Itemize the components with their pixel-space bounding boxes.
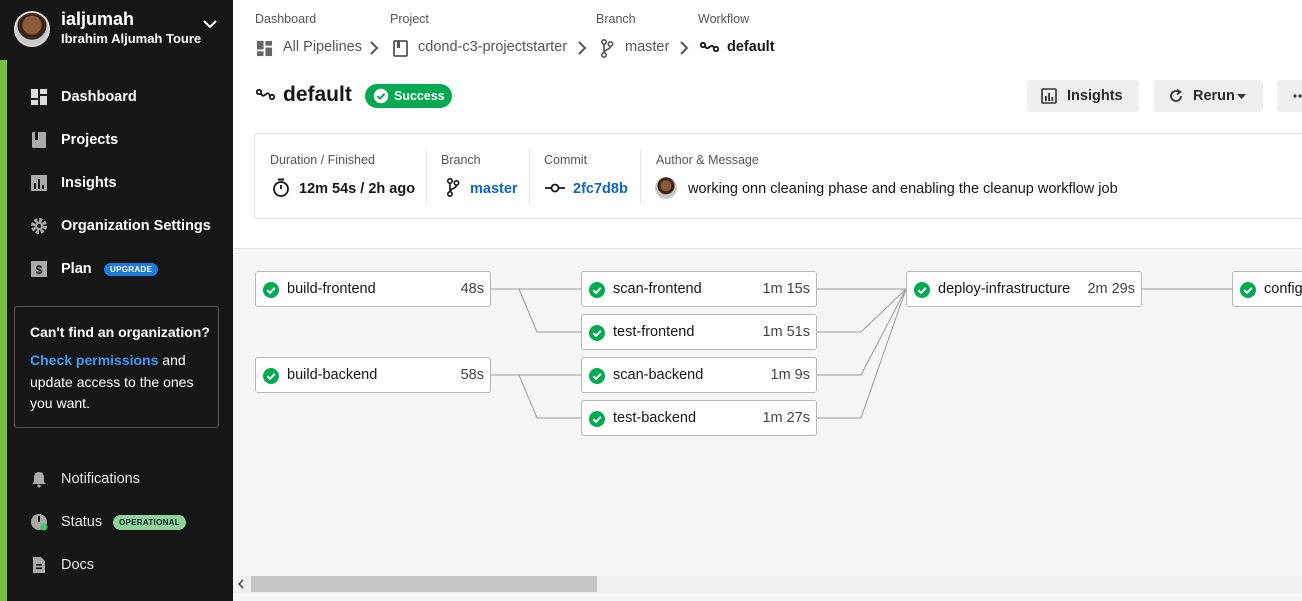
success-check-icon [263, 282, 279, 298]
job-duration: 58s [460, 367, 484, 383]
success-check-icon [1240, 282, 1256, 298]
job-clip: configure-infrastructure [1232, 271, 1302, 307]
job-name: scan-backend [613, 367, 704, 383]
job-name: deploy-infrastructure [938, 281, 1071, 297]
job-duration: 1m 9s [770, 367, 811, 383]
job-duration: 2m 29s [1087, 281, 1135, 297]
job-duration: 1m 51s [762, 324, 810, 340]
success-check-icon [589, 325, 605, 341]
job-name: build-backend [287, 367, 378, 383]
success-check-icon [589, 282, 605, 298]
app: ialjumah Ibrahim Aljumah Toure Dashboard… [0, 0, 1302, 601]
job-configure-infrastructure[interactable]: configure-infrastructure [1232, 271, 1302, 307]
job-duration: 1m 15s [762, 281, 810, 297]
job-name: configure-infrastructure [1264, 281, 1302, 297]
scroll-left-icon[interactable] [237, 579, 245, 589]
job-duration: 48s [460, 281, 484, 297]
job-name: build-frontend [287, 281, 376, 297]
job-build-backend[interactable]: build-backend 58s [255, 357, 491, 393]
job-duration: 1m 27s [762, 410, 810, 426]
job-scan-backend[interactable]: scan-backend 1m 9s [581, 357, 817, 393]
job-test-frontend[interactable]: test-frontend 1m 51s [581, 314, 817, 350]
job-scan-frontend[interactable]: scan-frontend 1m 15s [581, 271, 817, 307]
job-build-frontend[interactable]: build-frontend 48s [255, 271, 491, 307]
job-test-backend[interactable]: test-backend 1m 27s [581, 400, 817, 436]
job-name: test-backend [613, 410, 697, 426]
success-check-icon [589, 411, 605, 427]
success-check-icon [914, 282, 930, 298]
job-name: test-frontend [613, 324, 695, 340]
job-name: scan-frontend [613, 281, 702, 297]
success-check-icon [589, 368, 605, 384]
success-check-icon [263, 368, 279, 384]
job-deploy-infrastructure[interactable]: deploy-infrastructure 2m 29s [906, 271, 1142, 307]
scrollbar-thumb[interactable] [251, 576, 597, 592]
